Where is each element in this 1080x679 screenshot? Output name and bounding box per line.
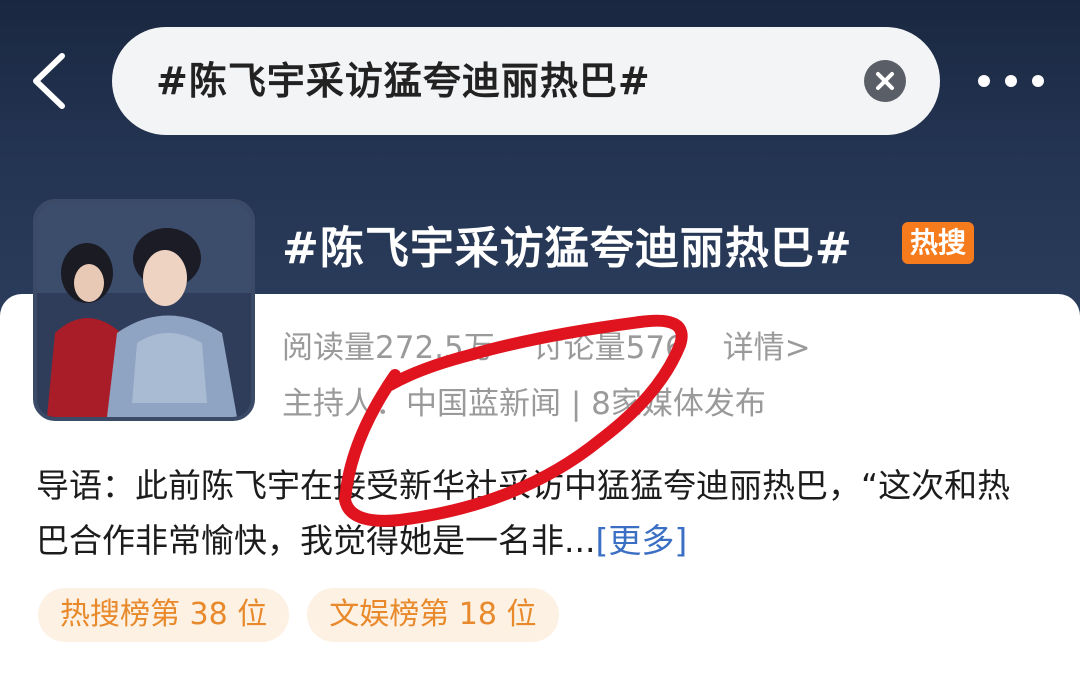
- hot-search-rank-tag[interactable]: 热搜榜第 38 位: [38, 588, 290, 642]
- topic-title[interactable]: #陈飞宇采访猛夸迪丽热巴#: [282, 212, 853, 276]
- clear-search-button[interactable]: [864, 60, 906, 102]
- ranking-tags: 热搜榜第 38 位 文娱榜第 18 位: [38, 588, 559, 642]
- intro-more-link[interactable]: [更多]: [595, 521, 687, 560]
- read-count: 阅读量272.5万: [282, 330, 495, 366]
- host-info: 主持人：中国蓝新闻 | 8家媒体发布: [282, 386, 766, 422]
- topic-stats: 阅读量272.5万 讨论量576 详情>: [282, 322, 839, 367]
- hot-search-badge: 热搜: [902, 222, 975, 264]
- entertainment-rank-tag[interactable]: 文娱榜第 18 位: [307, 588, 559, 642]
- back-button[interactable]: [28, 52, 72, 110]
- more-icon: [978, 75, 1044, 87]
- search-input[interactable]: #陈飞宇采访猛夸迪丽热巴#: [112, 27, 940, 135]
- clear-icon: [876, 72, 894, 90]
- intro-text: 导语：此前陈飞宇在接受新华社采访中猛猛夸迪丽热巴，“这次和热巴合作非常愉快，我觉…: [36, 466, 1011, 560]
- back-arrow-icon: [33, 53, 65, 109]
- topic-intro: 导语：此前陈飞宇在接受新华社采访中猛猛夸迪丽热巴，“这次和热巴合作非常愉快，我觉…: [36, 458, 1036, 568]
- topic-thumbnail[interactable]: [33, 199, 255, 421]
- search-query-text: #陈飞宇采访猛夸迪丽热巴#: [156, 59, 651, 103]
- discussion-count: 讨论量576: [532, 330, 685, 366]
- details-link[interactable]: 详情>: [723, 330, 811, 366]
- more-options-button[interactable]: [972, 66, 1050, 96]
